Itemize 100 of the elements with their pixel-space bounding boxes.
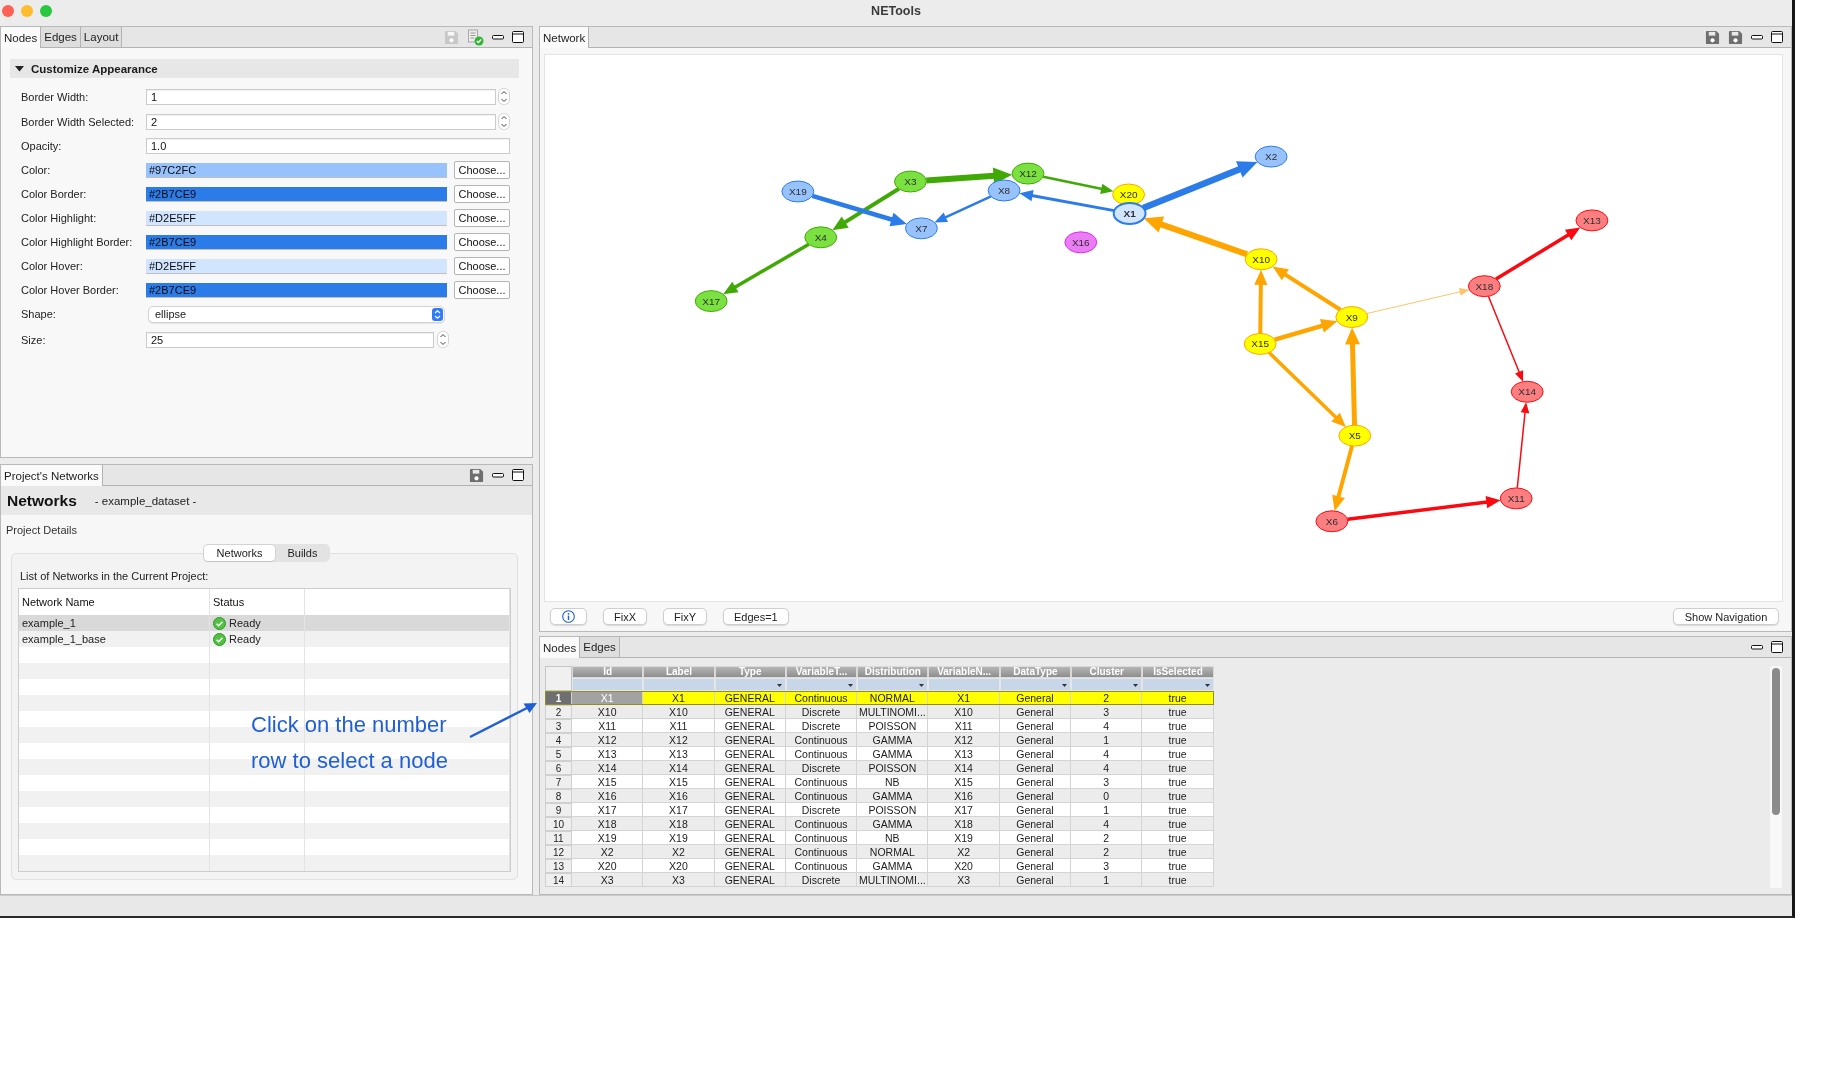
- close-window-icon[interactable]: [2, 5, 14, 17]
- tab[interactable]: Nodes: [540, 637, 581, 658]
- row-number[interactable]: 10: [545, 817, 572, 831]
- table-row[interactable]: 9 X17 X17 GENERAL Discrete POISSON X17 General 1 true: [545, 803, 1214, 817]
- graph-node[interactable]: X18: [1467, 275, 1501, 298]
- table-row[interactable]: 4 X12 X12 GENERAL Continuous GAMMA X12 General 1 true: [545, 733, 1214, 747]
- graph-node[interactable]: X1: [1112, 201, 1147, 225]
- caret-icon[interactable]: [1204, 684, 1210, 687]
- maximize-icon[interactable]: [1771, 641, 1783, 653]
- tab[interactable]: Nodes: [1, 27, 42, 48]
- row-number[interactable]: 7: [545, 775, 572, 789]
- row-number[interactable]: 11: [545, 831, 572, 845]
- row-number[interactable]: 14: [545, 873, 572, 887]
- table-row[interactable]: 7 X15 X15 GENERAL Continuous NB X15 General 3 true: [545, 775, 1214, 789]
- row-number[interactable]: 8: [545, 789, 572, 803]
- row-number[interactable]: 12: [545, 845, 572, 859]
- table-row[interactable]: 3 X11 X11 GENERAL Discrete POISSON X11 General 4 true: [545, 719, 1214, 733]
- segment-tab[interactable]: Networks: [203, 545, 276, 561]
- graph-node[interactable]: X16: [1064, 231, 1098, 254]
- section-header[interactable]: Customize Appearance: [10, 59, 519, 78]
- table-row[interactable]: 6 X14 X14 GENERAL Discrete POISSON X14 General 4 true: [545, 761, 1214, 775]
- tab[interactable]: Edges: [580, 637, 620, 657]
- table-row[interactable]: 13 X20 X20 GENERAL Continuous GAMMA X20 General 3 true: [545, 859, 1214, 873]
- graph-node[interactable]: X13: [1575, 209, 1609, 232]
- spinner-arrows-icon[interactable]: [498, 113, 510, 130]
- tab[interactable]: Edges: [41, 27, 81, 47]
- row-number[interactable]: 2: [545, 705, 572, 719]
- caret-icon[interactable]: [1062, 684, 1068, 687]
- choose-button[interactable]: Choose...: [454, 257, 510, 275]
- color-field[interactable]: #2B7CE9: [146, 186, 447, 202]
- scrollbar-thumb[interactable]: [1772, 668, 1780, 815]
- tab[interactable]: Layout: [80, 27, 123, 47]
- graph-node[interactable]: X9: [1335, 306, 1369, 328]
- save-icon[interactable]: [1728, 29, 1743, 45]
- graph-node[interactable]: X6: [1315, 510, 1349, 533]
- row-number[interactable]: 5: [545, 747, 572, 761]
- graph-node[interactable]: X2: [1254, 145, 1288, 168]
- document-check-icon[interactable]: [467, 28, 484, 46]
- table-row[interactable]: 1 X1 X1 GENERAL Continuous NORMAL X1 General 2 true: [545, 691, 1214, 705]
- color-field[interactable]: #D2E5FF: [146, 210, 447, 226]
- color-field[interactable]: #97C2FC: [146, 162, 447, 178]
- table-row[interactable]: 11 X19 X19 GENERAL Continuous NB X19 General 2 true: [545, 831, 1214, 845]
- graph-node[interactable]: X17: [694, 290, 728, 313]
- toolbar-button[interactable]: Edges=1: [723, 608, 789, 625]
- segment-tab[interactable]: Builds: [275, 545, 330, 561]
- table-row[interactable]: 2 X10 X10 GENERAL Discrete MULTINOMI... X10 General 3 true: [545, 705, 1214, 719]
- table-row[interactable]: 12 X2 X2 GENERAL Continuous NORMAL X2 General 2 true: [545, 845, 1214, 859]
- graph-node[interactable]: X11: [1499, 487, 1533, 510]
- table-row[interactable]: example_1_base Ready: [19, 631, 510, 647]
- choose-button[interactable]: Choose...: [454, 185, 510, 203]
- choose-button[interactable]: Choose...: [454, 209, 510, 227]
- caret-icon[interactable]: [15, 64, 24, 73]
- info-button[interactable]: [550, 608, 587, 625]
- table-row[interactable]: 10 X18 X18 GENERAL Continuous GAMMA X18 General 4 true: [545, 817, 1214, 831]
- caret-icon[interactable]: [776, 684, 782, 687]
- table-row[interactable]: example_1 Ready: [19, 615, 510, 631]
- table-row[interactable]: 14 X3 X3 GENERAL Discrete MULTINOMI... X3 General 1 true: [545, 873, 1214, 887]
- spinner-arrows-icon[interactable]: [498, 88, 510, 105]
- graph-node[interactable]: X12: [1011, 162, 1045, 185]
- choose-button[interactable]: Choose...: [454, 281, 510, 299]
- minimize-icon[interactable]: [492, 34, 504, 40]
- shape-dropdown[interactable]: ellipse: [148, 305, 445, 323]
- maximize-icon[interactable]: [1771, 31, 1783, 43]
- graph-node[interactable]: X3: [894, 170, 927, 193]
- number-field[interactable]: 1: [146, 88, 496, 105]
- tab[interactable]: Project's Networks: [1, 465, 103, 486]
- show-navigation-button[interactable]: Show Navigation: [1673, 608, 1779, 625]
- minimize-icon[interactable]: [492, 472, 504, 478]
- graph-node[interactable]: X7: [904, 217, 938, 240]
- color-field[interactable]: #D2E5FF: [146, 258, 447, 274]
- maximize-icon[interactable]: [512, 31, 524, 43]
- graph-node[interactable]: X15: [1243, 333, 1277, 355]
- row-number[interactable]: 9: [545, 803, 572, 817]
- number-field[interactable]: 2: [146, 113, 496, 130]
- caret-icon[interactable]: [848, 684, 854, 687]
- color-field[interactable]: #2B7CE9: [146, 282, 447, 298]
- toolbar-button[interactable]: FixY: [663, 608, 707, 625]
- graph-node[interactable]: X14: [1510, 380, 1544, 403]
- spinner-arrows-icon[interactable]: [437, 331, 449, 348]
- graph-node[interactable]: X20: [1112, 183, 1146, 206]
- row-number[interactable]: 4: [545, 733, 572, 747]
- graph-node[interactable]: X4: [804, 226, 838, 249]
- tab[interactable]: Network: [540, 27, 590, 48]
- scrollbar[interactable]: [1770, 666, 1782, 888]
- choose-button[interactable]: Choose...: [454, 233, 510, 251]
- choose-button[interactable]: Choose...: [454, 161, 510, 179]
- number-field[interactable]: 25: [146, 331, 434, 348]
- row-number[interactable]: 6: [545, 761, 572, 775]
- row-number[interactable]: 13: [545, 859, 572, 873]
- graph-node[interactable]: X10: [1244, 248, 1278, 271]
- graph-node[interactable]: X5: [1338, 424, 1372, 447]
- graph-node[interactable]: X8: [987, 179, 1021, 202]
- caret-icon[interactable]: [1133, 684, 1139, 687]
- graph-node[interactable]: X19: [781, 180, 815, 203]
- color-field[interactable]: #2B7CE9: [146, 234, 447, 250]
- save-icon[interactable]: [469, 467, 484, 483]
- minimize-icon[interactable]: [1751, 644, 1763, 650]
- minimize-icon[interactable]: [1751, 34, 1763, 40]
- text-field[interactable]: 1.0: [146, 138, 510, 154]
- save-icon[interactable]: [1705, 29, 1720, 45]
